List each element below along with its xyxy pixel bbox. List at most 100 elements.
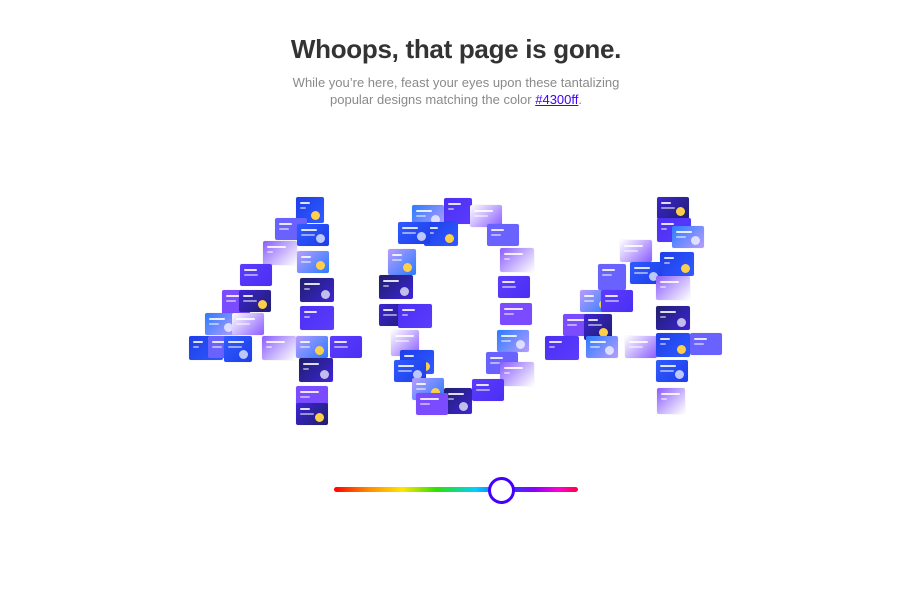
design-thumbnail[interactable] xyxy=(657,197,689,219)
design-thumbnail[interactable] xyxy=(497,330,529,352)
thumbnail-text-line xyxy=(416,210,432,212)
thumbnail-text-line xyxy=(504,313,514,315)
thumbnail-graphic xyxy=(691,236,700,245)
design-thumbnail[interactable] xyxy=(416,393,448,415)
thumbnail-graphic xyxy=(681,264,690,273)
design-thumbnail[interactable] xyxy=(263,241,297,265)
design-thumbnail[interactable] xyxy=(625,336,657,358)
design-thumbnail[interactable] xyxy=(487,224,519,246)
thumbnail-text-line xyxy=(300,341,310,343)
thumbnail-text-line xyxy=(236,318,255,320)
thumbnail-text-line xyxy=(605,295,618,297)
thumbnail-text-line xyxy=(304,311,317,313)
design-thumbnail[interactable] xyxy=(297,224,329,246)
thumbnail-text-line xyxy=(383,280,399,282)
thumbnail-text-line xyxy=(694,338,707,340)
design-thumbnail[interactable] xyxy=(620,240,652,262)
design-thumbnail[interactable] xyxy=(690,333,722,355)
design-thumbnail[interactable] xyxy=(657,388,685,414)
thumbnail-text-line xyxy=(383,309,393,311)
design-thumbnail[interactable] xyxy=(299,358,333,382)
thumbnail-text-line xyxy=(694,343,704,345)
design-thumbnail[interactable] xyxy=(379,275,413,299)
design-thumbnail[interactable] xyxy=(656,333,690,357)
design-thumbnail[interactable] xyxy=(601,290,633,312)
thumbnail-graphic xyxy=(258,300,267,309)
thumbnail-graphic xyxy=(316,234,325,243)
thumbnail-text-line xyxy=(228,346,242,348)
design-thumbnail[interactable] xyxy=(656,276,690,300)
design-thumbnail[interactable] xyxy=(232,313,264,335)
thumbnail-text-line xyxy=(395,340,409,342)
thumbnail-text-line xyxy=(490,357,503,359)
thumbnail-graphic xyxy=(400,287,409,296)
thumbnail-text-line xyxy=(629,346,643,348)
design-thumbnail[interactable] xyxy=(300,278,334,302)
thumbnail-text-line xyxy=(193,341,203,343)
thumbnail-text-line xyxy=(584,295,594,297)
design-thumbnail[interactable] xyxy=(296,336,328,358)
design-thumbnail[interactable] xyxy=(330,336,362,358)
thumbnail-text-line xyxy=(303,368,309,370)
design-thumbnail[interactable] xyxy=(300,306,334,330)
thumbnail-graphic xyxy=(315,413,324,422)
thumbnail-text-line xyxy=(567,324,577,326)
design-thumbnail[interactable] xyxy=(498,276,530,298)
design-thumbnail[interactable] xyxy=(656,306,690,330)
thumbnail-text-line xyxy=(243,295,253,297)
design-thumbnail[interactable] xyxy=(262,336,296,360)
design-thumbnail[interactable] xyxy=(500,303,532,325)
thumbnail-text-line xyxy=(504,258,510,260)
design-thumbnail[interactable] xyxy=(398,222,430,244)
design-thumbnail[interactable] xyxy=(224,336,252,362)
thumbnail-text-line xyxy=(634,267,650,269)
thumbnail-text-line xyxy=(502,281,515,283)
thumbnail-text-line xyxy=(448,393,464,395)
color-slider-track[interactable] xyxy=(334,487,578,492)
thumbnail-text-line xyxy=(664,257,674,259)
thumbnail-text-line xyxy=(383,285,389,287)
thumbnail-text-line xyxy=(267,251,273,253)
thumbnail-text-line xyxy=(244,269,257,271)
thumbnail-graphic xyxy=(605,346,614,355)
design-thumbnail[interactable] xyxy=(598,264,626,290)
thumbnail-text-line xyxy=(602,269,615,271)
design-thumbnail[interactable] xyxy=(672,226,704,248)
thumbnail-text-line xyxy=(301,229,317,231)
thumbnail-text-line xyxy=(383,314,397,316)
design-thumbnail[interactable] xyxy=(660,252,694,276)
thumbnail-text-line xyxy=(660,311,676,313)
thumbnail-text-line xyxy=(448,208,454,210)
design-thumbnail[interactable] xyxy=(398,304,432,328)
thumbnail-text-line xyxy=(660,286,666,288)
thumbnail-text-line xyxy=(490,362,500,364)
design-thumbnail[interactable] xyxy=(656,360,688,382)
design-thumbnail[interactable] xyxy=(444,388,472,414)
thumbnail-text-line xyxy=(301,261,311,263)
thumbnail-text-line xyxy=(624,250,638,252)
thumbnail-text-line xyxy=(491,234,501,236)
color-slider-handle[interactable] xyxy=(488,477,515,504)
thumbnail-text-line xyxy=(402,232,416,234)
thumbnail-text-line xyxy=(474,210,493,212)
design-thumbnail[interactable] xyxy=(545,336,579,360)
design-thumbnail[interactable] xyxy=(388,249,416,275)
thumbnail-text-line xyxy=(590,341,606,343)
design-thumbnail[interactable] xyxy=(472,379,504,401)
design-thumbnail[interactable] xyxy=(444,198,472,224)
thumbnail-text-line xyxy=(402,227,418,229)
design-thumbnail[interactable] xyxy=(500,248,534,272)
thumbnail-graphic xyxy=(403,263,412,272)
thumbnail-text-line xyxy=(629,341,648,343)
design-thumbnail[interactable] xyxy=(239,290,271,312)
design-thumbnail[interactable] xyxy=(296,403,328,425)
design-thumbnail[interactable] xyxy=(240,264,272,286)
thumbnail-text-line xyxy=(504,367,523,369)
design-thumbnail[interactable] xyxy=(500,362,534,386)
design-thumbnail[interactable] xyxy=(586,336,618,358)
thumbnail-text-line xyxy=(303,363,319,365)
thumbnail-graphic xyxy=(239,350,248,359)
thumbnail-text-line xyxy=(476,384,489,386)
design-thumbnail[interactable] xyxy=(297,251,329,273)
thumbnail-text-line xyxy=(279,228,289,230)
